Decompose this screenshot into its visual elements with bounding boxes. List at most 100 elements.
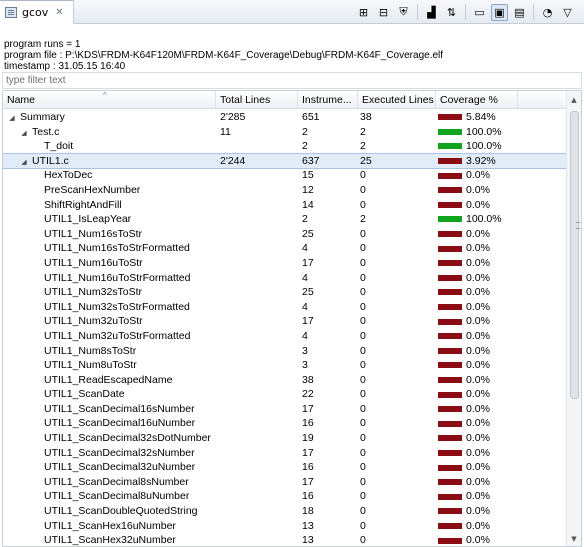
table-row[interactable]: UTIL1_Num16sToStrFormatted 4 0 0.0% xyxy=(3,241,567,256)
table-row[interactable]: UTIL1_Num16uToStr 17 0 0.0% xyxy=(3,256,567,271)
coverage-percent: 0.0% xyxy=(466,461,490,474)
cell-executed-lines: 0 xyxy=(360,432,366,445)
scroll-up-icon[interactable]: ▲ xyxy=(567,93,581,107)
column-header-coverage[interactable]: Coverage % xyxy=(436,91,518,109)
coverage-tree-table: Name ^ Total Lines Instrume... Executed … xyxy=(2,90,582,547)
table-row[interactable]: UTIL1_ScanDecimal16uNumber 16 0 0.0% xyxy=(3,416,567,431)
coverage-bar xyxy=(438,260,462,267)
table-row[interactable]: ◢ Test.c 11 2 2 100.0% xyxy=(3,125,567,140)
table-row[interactable]: ShiftRightAndFill 14 0 0.0% xyxy=(3,198,567,213)
scroll-down-icon[interactable]: ▼ xyxy=(567,532,581,546)
cell-instrumented: 25 xyxy=(302,227,314,240)
coverage-bar xyxy=(438,187,462,194)
table-row[interactable]: UTIL1_ScanDecimal8sNumber 17 0 0.0% xyxy=(3,475,567,490)
coverage-percent: 0.0% xyxy=(466,388,490,401)
filter-input[interactable]: type filter text xyxy=(2,72,582,89)
table-row[interactable]: UTIL1_Num16uToStrFormatted 4 0 0.0% xyxy=(3,271,567,286)
table-row[interactable]: ◢ Summary 2'285 651 38 5.84% xyxy=(3,110,567,125)
table-row[interactable]: UTIL1_ScanDecimal32uNumber 16 0 0.0% xyxy=(3,460,567,475)
table-row[interactable]: UTIL1_Num32uToStr 17 0 0.0% xyxy=(3,314,567,329)
cell-coverage: 0.0% xyxy=(438,285,528,300)
table-row[interactable]: UTIL1_Num32uToStrFormatted 4 0 0.0% xyxy=(3,329,567,344)
table-row[interactable]: UTIL1_ReadEscapedName 38 0 0.0% xyxy=(3,373,567,388)
coverage-bar xyxy=(438,304,462,311)
vertical-scrollbar[interactable]: ▲ ▼ xyxy=(566,91,581,546)
cell-executed-lines: 0 xyxy=(360,475,366,488)
program-runs: program runs = 1 xyxy=(4,39,81,50)
cell-instrumented: 3 xyxy=(302,359,308,372)
table-row[interactable]: UTIL1_ScanDoubleQuotedString 18 0 0.0% xyxy=(3,504,567,519)
toolbar-separator xyxy=(465,4,466,20)
cell-name: UTIL1_ReadEscapedName xyxy=(3,373,216,388)
cell-total-lines: 2'285 xyxy=(220,111,246,123)
pie-chart-icon[interactable]: ◔ xyxy=(539,4,556,21)
tab-gcov[interactable]: gcov ✕ xyxy=(0,0,74,24)
table-row[interactable]: HexToDec 15 0 0.0% xyxy=(3,168,567,183)
row-name: UTIL1_ScanHex32uNumber xyxy=(44,534,176,547)
cell-total-lines xyxy=(220,402,298,417)
expand-toggle-icon[interactable]: ◢ xyxy=(19,156,29,169)
cell-coverage: 0.0% xyxy=(438,358,528,373)
coverage-bar xyxy=(438,128,462,135)
scroll-thumb[interactable] xyxy=(570,111,580,399)
summary-icon[interactable]: ▣ xyxy=(491,3,508,21)
cell-executed-lines: 0 xyxy=(360,183,366,196)
cell-name: UTIL1_Num8sToStr xyxy=(3,344,216,359)
coverage-bar xyxy=(438,435,462,442)
cell-total-lines xyxy=(220,139,298,154)
column-header-executed-lines[interactable]: Executed Lines xyxy=(358,91,436,109)
column-header-name[interactable]: Name ^ xyxy=(3,91,216,109)
cell-coverage: 0.0% xyxy=(438,227,528,242)
table-row[interactable]: UTIL1_Num16sToStr 25 0 0.0% xyxy=(3,227,567,242)
cell-executed-lines: 0 xyxy=(360,388,366,401)
table-row[interactable]: UTIL1_ScanDecimal32sDotNumber 19 0 0.0% xyxy=(3,431,567,446)
shield-icon[interactable]: ⛨ xyxy=(395,4,412,21)
cell-instrumented: 17 xyxy=(302,402,314,415)
table-row[interactable]: UTIL1_ScanDecimal8uNumber 16 0 0.0% xyxy=(3,489,567,504)
table-row[interactable]: UTIL1_Num8sToStr 3 0 0.0% xyxy=(3,344,567,359)
folder-icon[interactable]: ▭ xyxy=(471,4,488,21)
cell-total-lines xyxy=(220,475,298,490)
timestamp: timestamp : 31.05.15 16:40 xyxy=(4,61,126,72)
table-row[interactable]: UTIL1_Num32sToStr 25 0 0.0% xyxy=(3,285,567,300)
cell-total-lines xyxy=(220,489,298,504)
cell-total-lines xyxy=(220,460,298,475)
coverage-percent: 100.0% xyxy=(466,140,502,153)
coverage-percent: 100.0% xyxy=(466,213,502,226)
cell-coverage: 0.0% xyxy=(438,519,528,534)
cell-total-lines xyxy=(220,183,298,198)
table-row[interactable]: PreScanHexNumber 12 0 0.0% xyxy=(3,183,567,198)
row-name: UTIL1_Num32sToStrFormatted xyxy=(44,300,190,313)
table-row[interactable]: UTIL1_ScanDecimal32sNumber 17 0 0.0% xyxy=(3,446,567,461)
table-row[interactable]: UTIL1_Num32sToStrFormatted 4 0 0.0% xyxy=(3,300,567,315)
column-header-total-lines[interactable]: Total Lines xyxy=(216,91,298,109)
table-row[interactable]: UTIL1_Num8uToStr 3 0 0.0% xyxy=(3,358,567,373)
table-row[interactable]: UTIL1_ScanHex16uNumber 13 0 0.0% xyxy=(3,519,567,534)
table-row[interactable]: UTIL1_ScanDate 22 0 0.0% xyxy=(3,387,567,402)
table-row[interactable]: ◢ UTIL1.c 2'244 637 25 3.92% xyxy=(3,152,568,170)
collapse-all-icon[interactable]: ⊟ xyxy=(375,4,392,21)
coverage-bar xyxy=(438,333,462,340)
file-icon[interactable]: ▤ xyxy=(511,4,528,21)
cell-total-lines xyxy=(220,271,298,286)
row-name: UTIL1_ScanDecimal32sDotNumber xyxy=(44,432,211,445)
expand-all-icon[interactable]: ⊞ xyxy=(355,4,372,21)
chart-icon[interactable]: ▟ xyxy=(423,4,440,21)
close-icon[interactable]: ✕ xyxy=(55,7,63,18)
expand-toggle-icon[interactable]: ◢ xyxy=(7,112,17,125)
coverage-bar xyxy=(438,464,462,471)
cell-total-lines xyxy=(220,300,298,315)
cell-coverage: 0.0% xyxy=(438,271,528,286)
cell-coverage: 0.0% xyxy=(438,489,528,504)
cell-instrumented: 2 xyxy=(302,125,308,138)
sort-icon[interactable]: ⇅ xyxy=(443,4,460,21)
cell-executed-lines: 0 xyxy=(360,315,366,328)
table-row[interactable]: UTIL1_IsLeapYear 2 2 100.0% xyxy=(3,212,567,227)
table-row[interactable]: UTIL1_ScanDecimal16sNumber 17 0 0.0% xyxy=(3,402,567,417)
view-menu-icon[interactable]: ▽ xyxy=(559,4,576,21)
table-row[interactable]: UTIL1_ScanHex32uNumber 13 0 0.0% xyxy=(3,533,567,547)
expand-toggle-icon[interactable]: ◢ xyxy=(19,127,29,140)
table-row[interactable]: T_doit 2 2 100.0% xyxy=(3,139,567,154)
column-header-instrumented[interactable]: Instrume... xyxy=(298,91,358,109)
cell-instrumented: 17 xyxy=(302,446,314,459)
